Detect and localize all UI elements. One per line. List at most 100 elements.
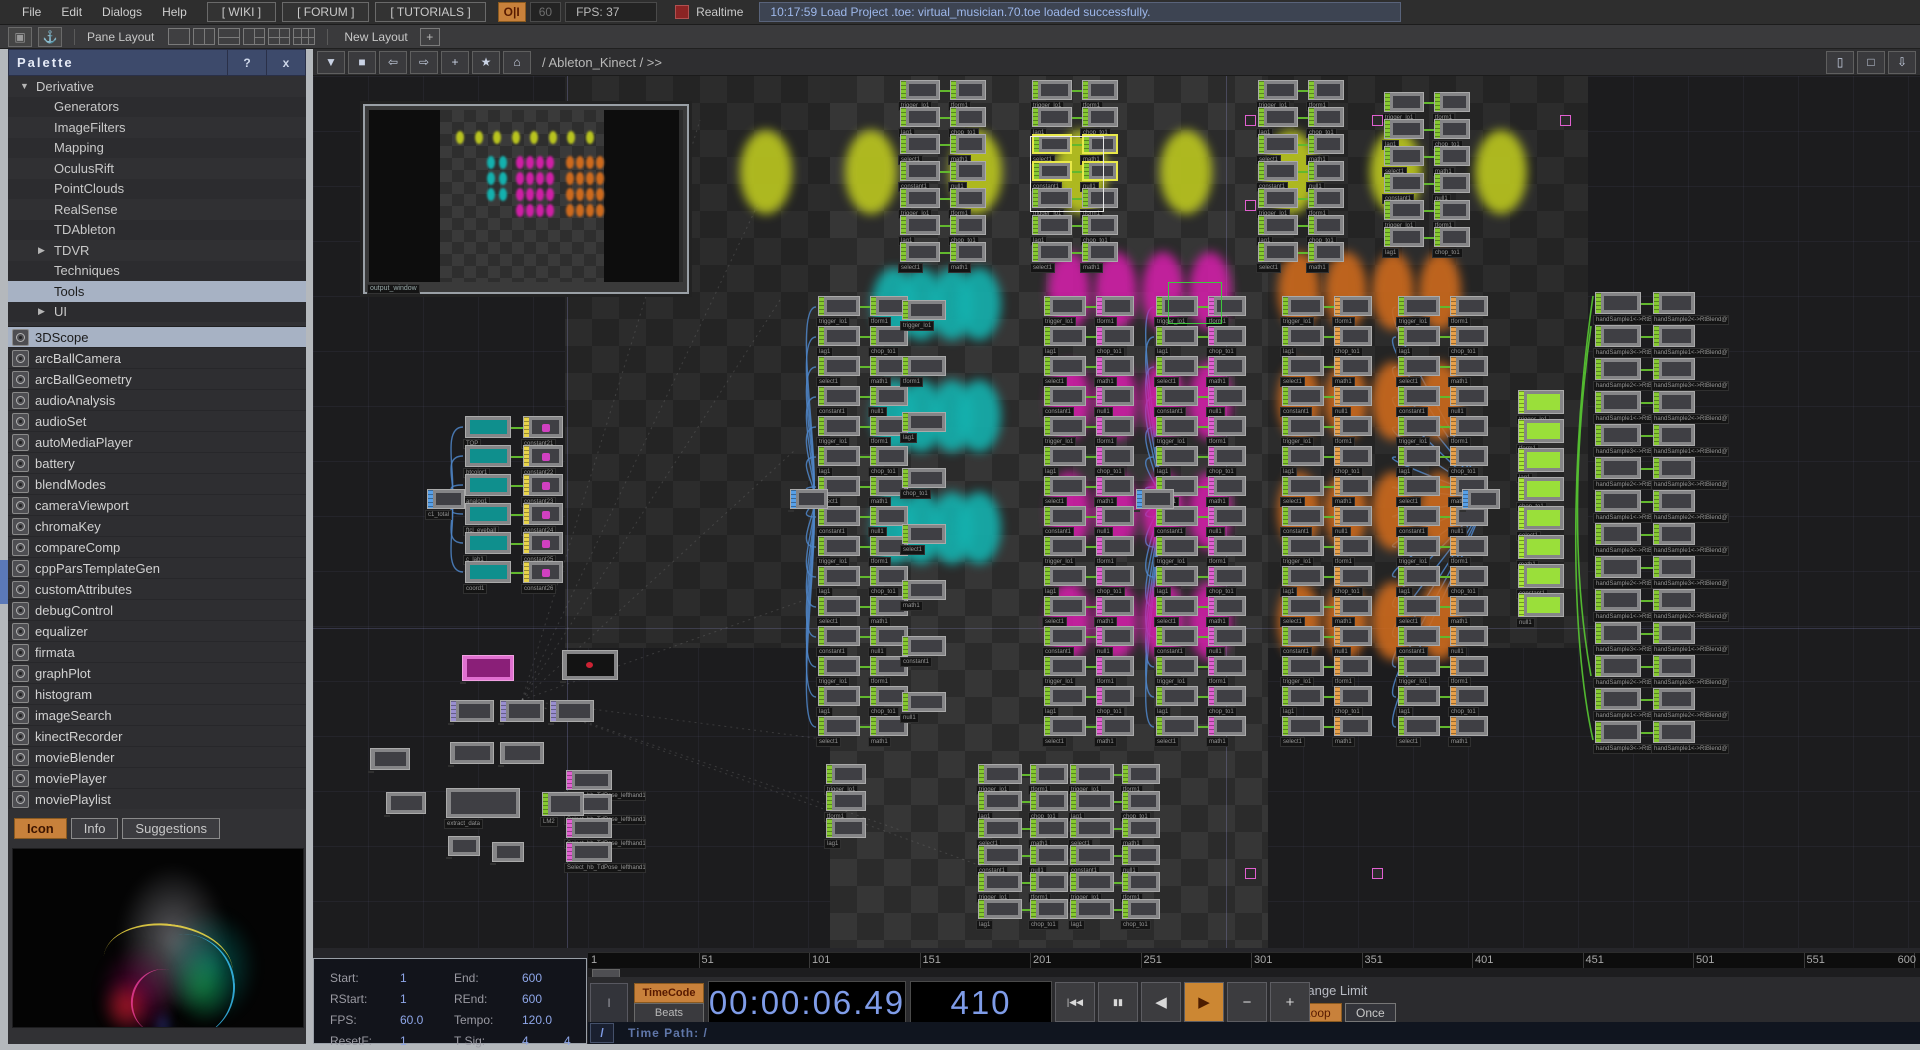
network-node[interactable] <box>1398 296 1440 316</box>
network-node[interactable] <box>1595 721 1641 743</box>
timing-value[interactable]: 120.0 <box>522 1013 552 1027</box>
palette-item-audioSet[interactable]: audioSet <box>8 411 306 432</box>
network-node[interactable] <box>1653 622 1695 644</box>
tree-arrow-icon[interactable]: ▼ <box>20 81 29 91</box>
tree-item-generators[interactable]: Generators <box>8 96 306 117</box>
pane-down-icon[interactable]: ⇩ <box>1888 50 1916 74</box>
network-node[interactable] <box>1030 872 1068 892</box>
palette-item-audioAnalysis[interactable]: audioAnalysis <box>8 390 306 411</box>
layout-preset-single[interactable] <box>168 28 191 45</box>
network-node[interactable] <box>1334 326 1372 346</box>
menu-link-wiki[interactable]: [ WIKI ] <box>206 2 277 22</box>
network-node[interactable] <box>1122 872 1160 892</box>
network-node[interactable] <box>500 742 544 764</box>
network-node[interactable] <box>818 326 860 346</box>
tab-info[interactable]: Info <box>70 818 119 839</box>
palette-item-cppParsTemplateGen[interactable]: cppParsTemplateGen <box>8 558 306 579</box>
network-node[interactable] <box>1518 506 1564 530</box>
network-node[interactable] <box>1653 292 1695 314</box>
network-node[interactable] <box>1334 386 1372 406</box>
network-node[interactable] <box>818 386 860 406</box>
timecode-display[interactable]: 00:00:06.49 <box>708 981 906 1025</box>
network-node[interactable] <box>1334 716 1372 736</box>
network-node[interactable] <box>1282 596 1324 616</box>
network-node[interactable] <box>1450 536 1488 556</box>
tree-item-ui[interactable]: ▶ UI <box>8 301 306 322</box>
network-node[interactable] <box>1096 446 1134 466</box>
network-node[interactable] <box>1518 448 1564 472</box>
network-node[interactable] <box>900 242 940 262</box>
network-node[interactable] <box>1258 242 1298 262</box>
window-icon[interactable]: ▣ <box>8 26 32 47</box>
network-node[interactable] <box>1032 80 1072 100</box>
network-node[interactable] <box>1156 386 1198 406</box>
palette-close-button[interactable]: x <box>266 50 305 75</box>
menu-item-edit[interactable]: Edit <box>51 2 92 22</box>
tree-item-oculusrift[interactable]: OculusRift <box>8 158 306 179</box>
network-node[interactable] <box>1044 716 1086 736</box>
play-reverse-button[interactable]: ◀ <box>1141 982 1181 1022</box>
network-node[interactable] <box>1156 326 1198 346</box>
network-node[interactable] <box>1398 446 1440 466</box>
network-node[interactable] <box>1595 490 1641 512</box>
network-node[interactable] <box>1595 292 1641 314</box>
network-node[interactable] <box>1282 656 1324 676</box>
network-node[interactable] <box>566 842 612 862</box>
network-node[interactable] <box>818 596 860 616</box>
network-node[interactable] <box>1156 596 1198 616</box>
network-node[interactable] <box>978 845 1022 865</box>
tab-suggestions[interactable]: Suggestions <box>122 818 220 839</box>
network-node[interactable] <box>1653 688 1695 710</box>
network-node[interactable] <box>1044 416 1086 436</box>
network-node[interactable] <box>1208 716 1246 736</box>
range-minus-button[interactable]: − <box>1227 982 1267 1022</box>
network-node[interactable] <box>870 446 908 466</box>
palette-item-histogram[interactable]: histogram <box>8 684 306 705</box>
network-node[interactable] <box>1462 489 1500 509</box>
tree-item-derivative[interactable]: ▼ Derivative <box>8 76 306 97</box>
network-node[interactable] <box>1434 92 1470 112</box>
frame-display[interactable]: 410 <box>910 981 1052 1025</box>
palette-item-chromaKey[interactable]: chromaKey <box>8 516 306 537</box>
network-node[interactable] <box>1334 446 1372 466</box>
palette-item-cameraViewport[interactable]: cameraViewport <box>8 495 306 516</box>
anchor-icon[interactable]: ⚓ <box>38 26 62 47</box>
network-node[interactable] <box>1334 476 1372 496</box>
network-node[interactable] <box>1282 326 1324 346</box>
cursor-mode-button[interactable]: I <box>590 983 628 1023</box>
network-node[interactable] <box>1208 656 1246 676</box>
network-node[interactable] <box>1156 356 1198 376</box>
network-node[interactable] <box>1334 506 1372 526</box>
network-node[interactable] <box>566 770 612 790</box>
network-node[interactable] <box>523 445 563 467</box>
tree-arrow-icon[interactable]: ▶ <box>38 245 45 256</box>
network-node[interactable] <box>1258 134 1298 154</box>
palette-item-firmata[interactable]: firmata <box>8 642 306 663</box>
network-node[interactable] <box>1384 92 1424 112</box>
network-node[interactable] <box>1398 326 1440 346</box>
network-node[interactable] <box>1156 656 1198 676</box>
network-node[interactable] <box>523 532 563 554</box>
network-node[interactable] <box>492 842 524 862</box>
network-node[interactable] <box>1450 416 1488 436</box>
network-node[interactable] <box>1282 566 1324 586</box>
oi-toggle-button[interactable]: O|I <box>497 2 526 22</box>
network-node[interactable] <box>1136 489 1174 509</box>
network-node[interactable] <box>1450 566 1488 586</box>
network-node[interactable] <box>542 792 584 816</box>
network-node[interactable] <box>1208 386 1246 406</box>
network-node[interactable] <box>1282 476 1324 496</box>
add-icon[interactable]: + <box>441 50 469 74</box>
network-node[interactable] <box>1450 716 1488 736</box>
palette-item-arcBallCamera[interactable]: arcBallCamera <box>8 348 306 369</box>
network-node[interactable] <box>950 188 986 208</box>
network-node[interactable] <box>1044 326 1086 346</box>
network-node[interactable] <box>562 650 618 680</box>
network-node[interactable] <box>1258 161 1298 181</box>
network-node[interactable] <box>1070 764 1114 784</box>
network-node[interactable] <box>1044 686 1086 706</box>
network-node[interactable] <box>446 788 520 818</box>
jump-start-button[interactable]: |◀◀ <box>1055 982 1095 1022</box>
network-node[interactable] <box>1030 764 1068 784</box>
network-node[interactable] <box>1032 107 1072 127</box>
